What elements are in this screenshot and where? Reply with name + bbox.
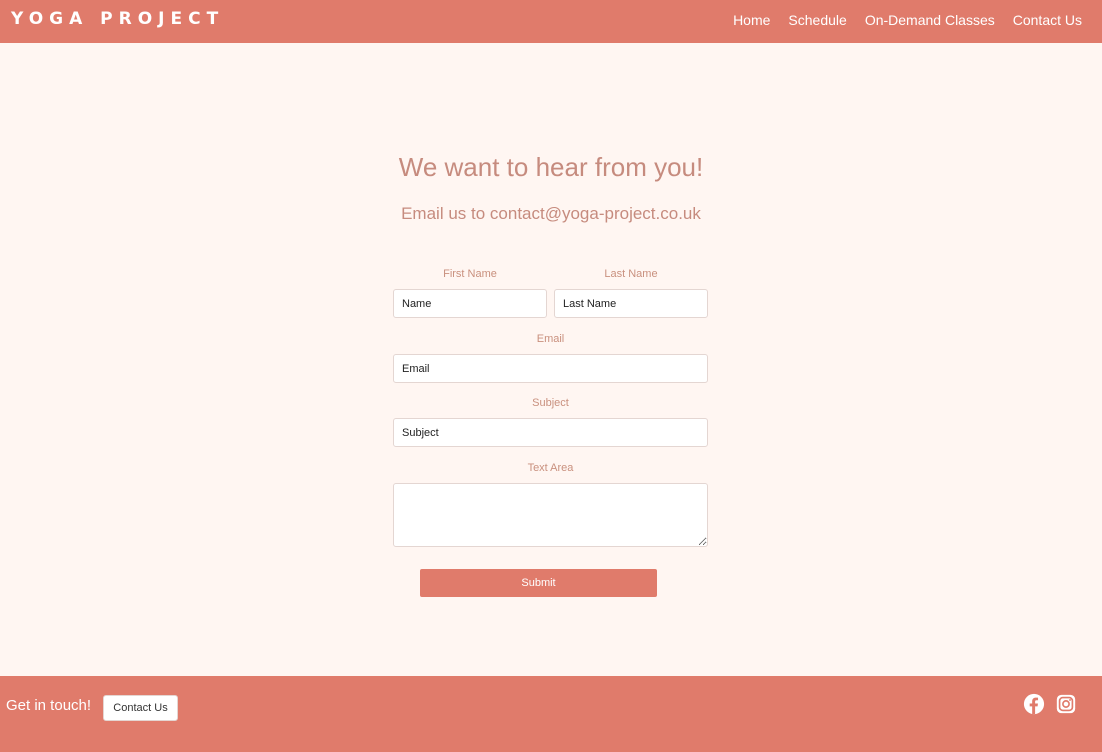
brand-logo[interactable]: YOGA PROJECT [11, 9, 224, 29]
contact-email-line: Email us to contact@yoga-project.co.uk [401, 204, 701, 223]
instagram-icon[interactable] [1055, 693, 1077, 715]
email-label: Email [536, 333, 565, 345]
first-name-field[interactable] [393, 289, 547, 318]
nav-link-on-demand-classes[interactable]: On-Demand Classes [865, 12, 995, 28]
submit-button[interactable]: Submit [420, 569, 657, 597]
nav-links: Home Schedule On-Demand Classes Contact … [733, 12, 1082, 28]
nav-link-schedule[interactable]: Schedule [788, 12, 846, 28]
subject-label: Subject [532, 397, 569, 409]
text-area-label: Text Area [527, 462, 574, 474]
footer: Get in touch! Contact Us [0, 676, 1102, 752]
subject-field[interactable] [393, 418, 708, 447]
footer-contact-us-button[interactable]: Contact Us [103, 695, 178, 721]
email-field[interactable] [393, 354, 708, 383]
last-name-field[interactable] [554, 289, 708, 318]
message-textarea[interactable] [393, 483, 708, 547]
page-heading: We want to hear from you! [398, 152, 704, 182]
nav-link-home[interactable]: Home [733, 12, 770, 28]
top-navbar: YOGA PROJECT Home Schedule On-Demand Cla… [0, 0, 1102, 43]
facebook-icon[interactable] [1023, 693, 1045, 715]
footer-get-in-touch-text: Get in touch! [6, 697, 92, 714]
nav-link-contact-us[interactable]: Contact Us [1013, 12, 1082, 28]
last-name-label: Last Name [604, 268, 658, 280]
first-name-label: First Name [443, 268, 497, 280]
